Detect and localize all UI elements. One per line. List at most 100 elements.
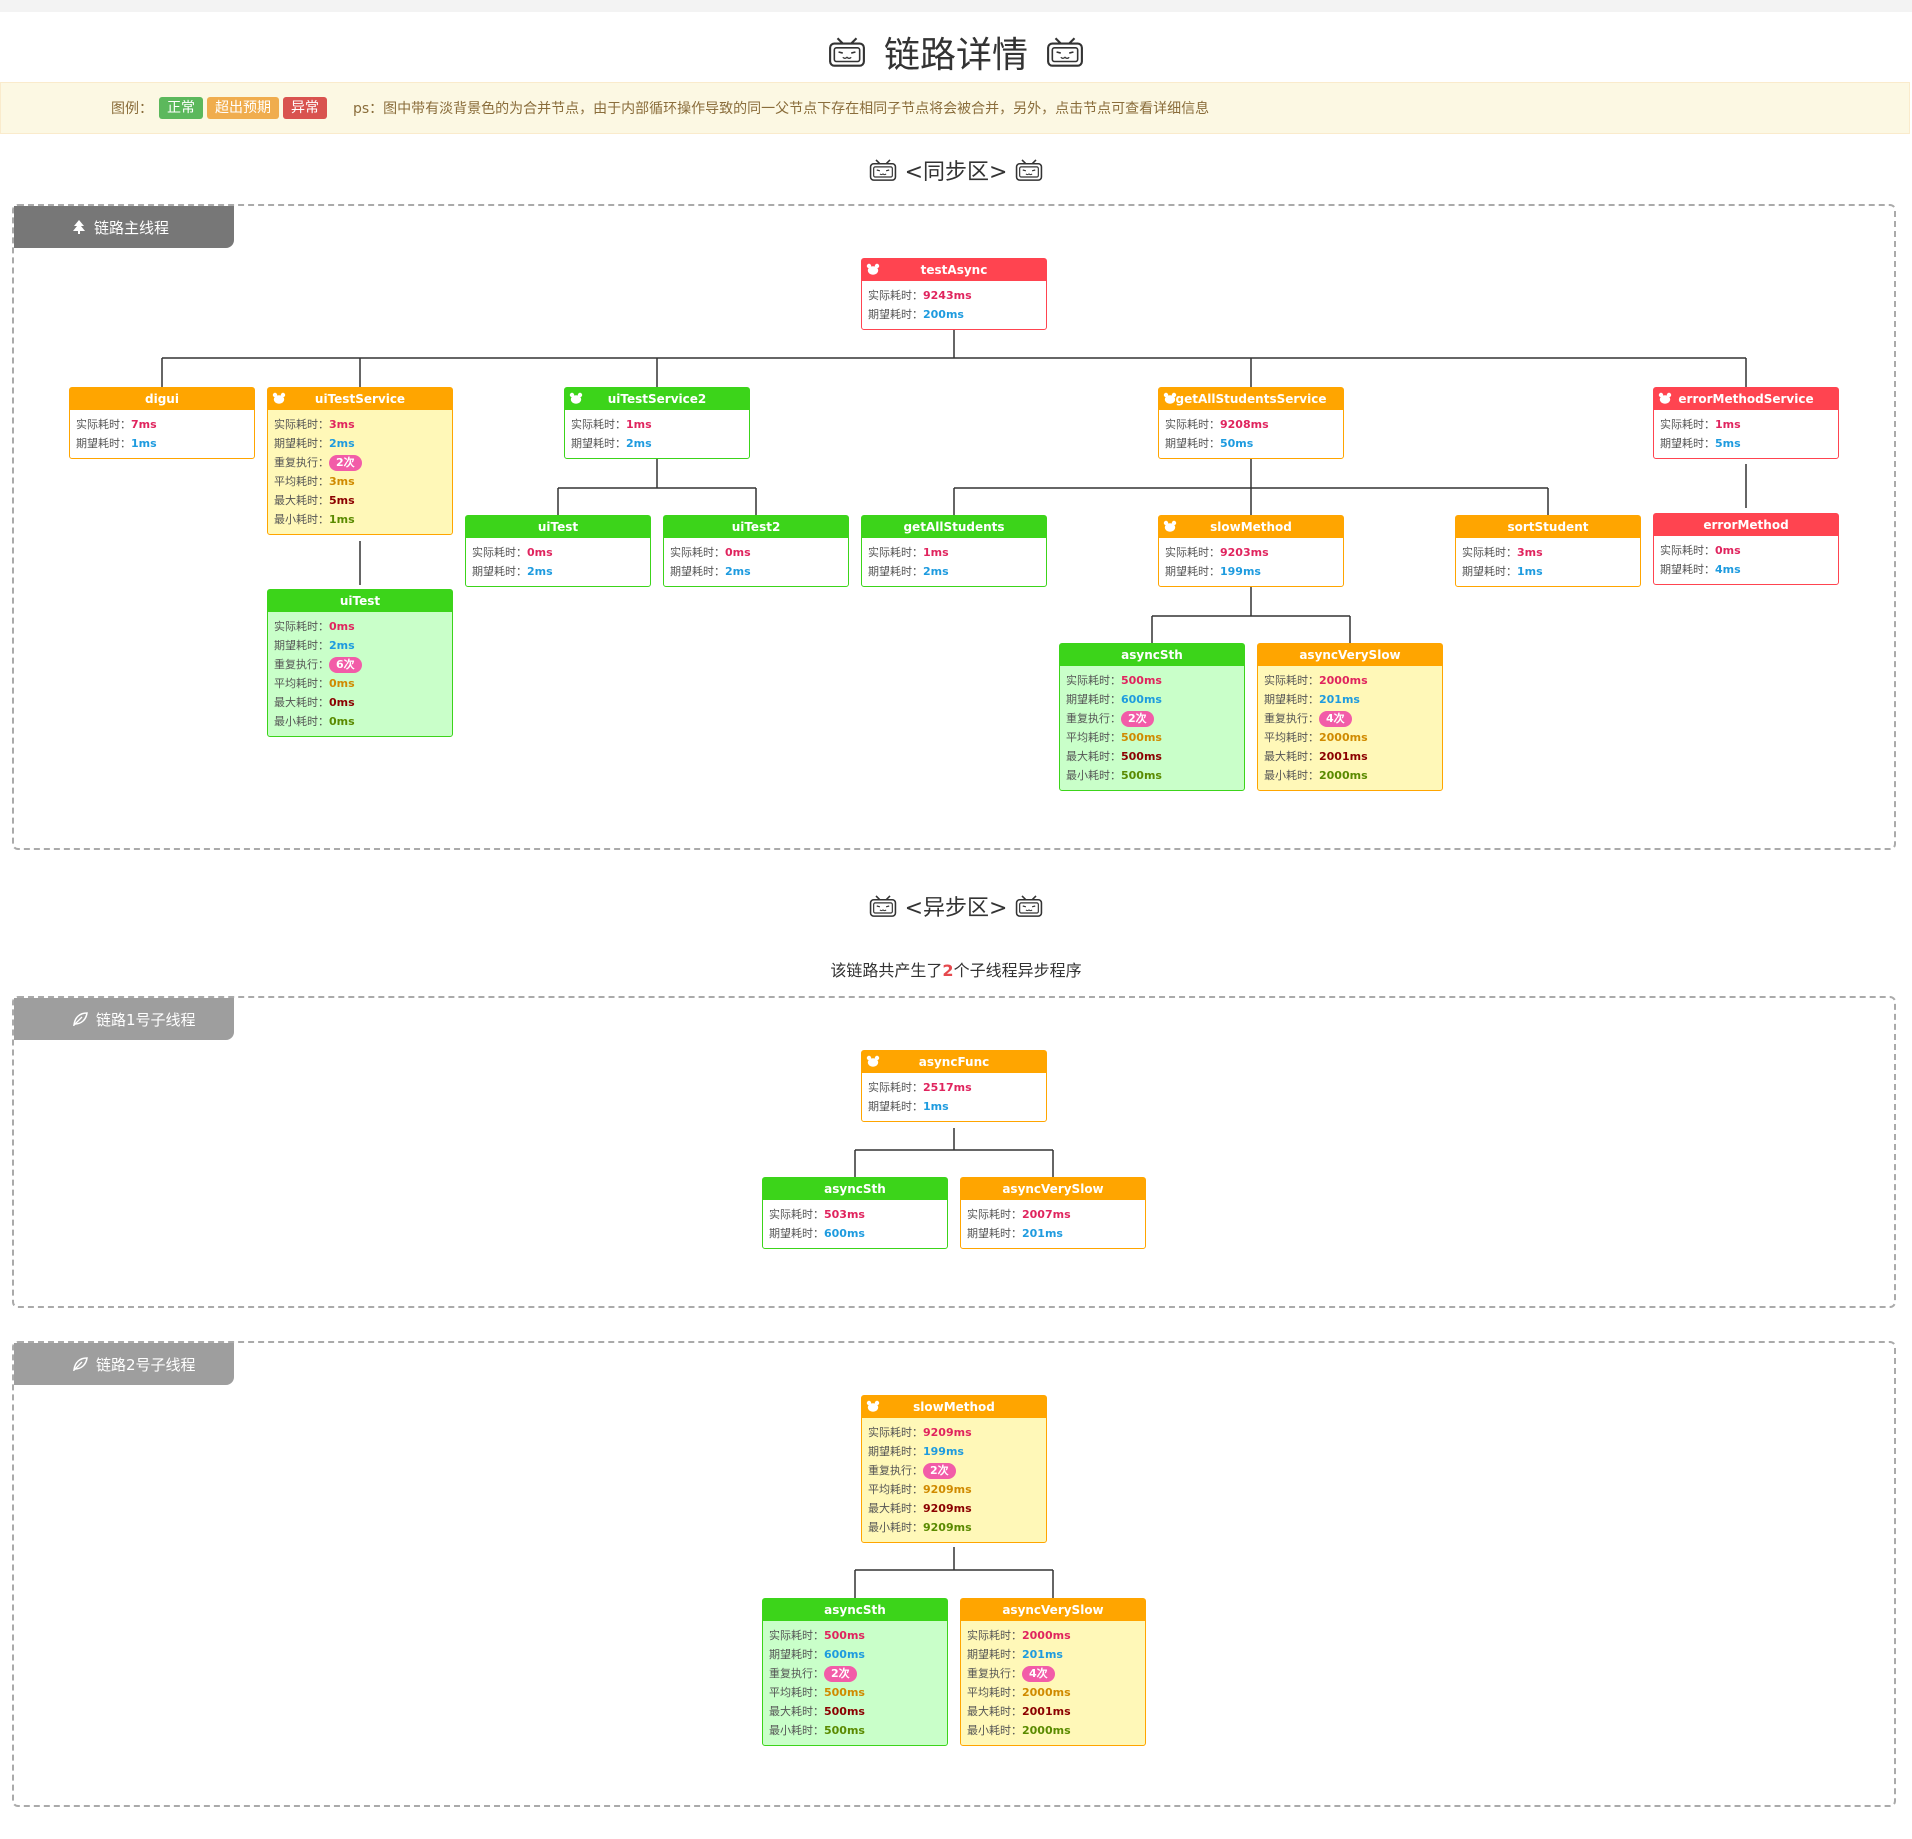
max-label: 最大耗时：	[274, 494, 329, 507]
max-value: 500ms	[1121, 750, 1162, 763]
max-value: 9209ms	[923, 1502, 972, 1515]
expect-label: 期望耗时：	[1066, 693, 1121, 706]
bear-icon	[1163, 392, 1177, 404]
avg-value: 2000ms	[1319, 731, 1368, 744]
actual-label: 实际耗时：	[670, 546, 725, 559]
node-asyncVerySlow-merged[interactable]: asyncVerySlow 实际耗时：2000ms 期望耗时：201ms 重复执…	[1257, 643, 1443, 791]
node-getAllStudentsService[interactable]: getAllStudentsService 实际耗时：9208ms 期望耗时：5…	[1158, 387, 1344, 459]
actual-label: 实际耗时：	[472, 546, 527, 559]
avg-value: 9209ms	[923, 1483, 972, 1496]
avg-label: 平均耗时：	[967, 1686, 1022, 1699]
node-asyncSth-merged[interactable]: asyncSth 实际耗时：500ms 期望耗时：600ms 重复执行： 2次 平…	[1059, 643, 1245, 791]
node-name: asyncVerySlow	[1002, 1603, 1104, 1617]
node-uiTestService2[interactable]: uiTestService2 实际耗时：1ms 期望耗时：2ms	[564, 387, 750, 459]
actual-value: 2000ms	[1319, 674, 1368, 687]
expect-value: 600ms	[1121, 693, 1162, 706]
node-t1-asyncFunc[interactable]: asyncFunc 实际耗时：2517ms 期望耗时：1ms	[861, 1050, 1047, 1122]
node-uiTestService[interactable]: uiTestService 实际耗时：3ms 期望耗时：2ms 重复执行： 2次 …	[267, 387, 453, 535]
bear-icon	[272, 392, 286, 404]
expect-label: 期望耗时：	[1264, 693, 1319, 706]
expect-label: 期望耗时：	[868, 308, 923, 321]
expect-label: 期望耗时：	[76, 437, 131, 450]
max-label: 最大耗时：	[274, 696, 329, 709]
actual-value: 0ms	[725, 546, 751, 559]
avg-label: 平均耗时：	[274, 677, 329, 690]
min-value: 500ms	[824, 1724, 865, 1737]
actual-label: 实际耗时：	[1264, 674, 1319, 687]
repeat-label: 重复执行：	[967, 1667, 1022, 1680]
avg-label: 平均耗时：	[769, 1686, 824, 1699]
actual-value: 503ms	[824, 1208, 865, 1221]
actual-value: 1ms	[1715, 418, 1741, 431]
node-getAllStudents[interactable]: getAllStudents 实际耗时：1ms 期望耗时：2ms	[861, 515, 1047, 587]
expect-value: 2ms	[923, 565, 949, 578]
avg-label: 平均耗时：	[868, 1483, 923, 1496]
node-t1-asyncVerySlow[interactable]: asyncVerySlow 实际耗时：2007ms 期望耗时：201ms	[960, 1177, 1146, 1249]
node-digui[interactable]: digui 实际耗时：7ms 期望耗时：1ms	[69, 387, 255, 459]
expect-label: 期望耗时：	[571, 437, 626, 450]
actual-label: 实际耗时：	[1165, 418, 1220, 431]
actual-label: 实际耗时：	[1165, 546, 1220, 559]
node-testAsync[interactable]: testAsync 实际耗时：9243ms 期望耗时：200ms	[861, 258, 1047, 330]
actual-value: 1ms	[923, 546, 949, 559]
actual-label: 实际耗时：	[868, 1426, 923, 1439]
actual-value: 9203ms	[1220, 546, 1269, 559]
node-t1-asyncSth[interactable]: asyncSth 实际耗时：503ms 期望耗时：600ms	[762, 1177, 948, 1249]
node-slowMethod[interactable]: slowMethod 实际耗时：9203ms 期望耗时：199ms	[1158, 515, 1344, 587]
node-name: uiTest2	[731, 520, 781, 534]
node-errorMethodService[interactable]: errorMethodService 实际耗时：1ms 期望耗时：5ms	[1653, 387, 1839, 459]
max-value: 2001ms	[1319, 750, 1368, 763]
bear-icon	[866, 1400, 880, 1412]
expect-label: 期望耗时：	[274, 639, 329, 652]
node-t2-asyncVerySlow-merged[interactable]: asyncVerySlow 实际耗时：2000ms 期望耗时：201ms 重复执…	[960, 1598, 1146, 1746]
node-uiTest-merged[interactable]: uiTest 实际耗时：0ms 期望耗时：2ms 重复执行： 6次 平均耗时：0m…	[267, 589, 453, 737]
bear-icon	[569, 392, 583, 404]
expect-label: 期望耗时：	[868, 565, 923, 578]
avg-label: 平均耗时：	[1066, 731, 1121, 744]
repeat-count-badge: 6次	[329, 657, 362, 673]
max-label: 最大耗时：	[967, 1705, 1022, 1718]
actual-label: 实际耗时：	[1462, 546, 1517, 559]
node-name: uiTest	[339, 594, 381, 608]
node-name: sortStudent	[1507, 520, 1589, 534]
actual-value: 1ms	[626, 418, 652, 431]
actual-value: 3ms	[1517, 546, 1543, 559]
actual-value: 500ms	[824, 1629, 865, 1642]
expect-value: 1ms	[1517, 565, 1543, 578]
expect-label: 期望耗时：	[1165, 437, 1220, 450]
min-label: 最小耗时：	[769, 1724, 824, 1737]
max-label: 最大耗时：	[1264, 750, 1319, 763]
actual-label: 实际耗时：	[1660, 418, 1715, 431]
expect-value: 199ms	[1220, 565, 1261, 578]
bear-icon	[1163, 520, 1177, 532]
max-label: 最大耗时：	[1066, 750, 1121, 763]
actual-value: 0ms	[329, 620, 355, 633]
node-name: uiTestService	[314, 392, 406, 406]
repeat-count-badge: 2次	[1121, 711, 1154, 727]
repeat-count-badge: 2次	[923, 1463, 956, 1479]
expect-value: 2ms	[626, 437, 652, 450]
actual-label: 实际耗时：	[967, 1208, 1022, 1221]
repeat-count-badge: 4次	[1319, 711, 1352, 727]
node-uiTest[interactable]: uiTest 实际耗时：0ms 期望耗时：2ms	[465, 515, 651, 587]
expect-label: 期望耗时：	[274, 437, 329, 450]
expect-value: 2ms	[329, 437, 355, 450]
node-sortStudent[interactable]: sortStudent 实际耗时：3ms 期望耗时：1ms	[1455, 515, 1641, 587]
actual-label: 实际耗时：	[868, 1081, 923, 1094]
min-label: 最小耗时：	[274, 513, 329, 526]
node-t2-slowMethod[interactable]: slowMethod 实际耗时：9209ms 期望耗时：199ms 重复执行： 2…	[861, 1395, 1047, 1543]
actual-value: 2517ms	[923, 1081, 972, 1094]
node-uiTest2[interactable]: uiTest2 实际耗时：0ms 期望耗时：2ms	[663, 515, 849, 587]
node-errorMethod[interactable]: errorMethod 实际耗时：0ms 期望耗时：4ms	[1653, 513, 1839, 585]
expect-value: 2ms	[725, 565, 751, 578]
node-name: digui	[145, 392, 179, 406]
node-t2-asyncSth-merged[interactable]: asyncSth 实际耗时：500ms 期望耗时：600ms 重复执行： 2次 平…	[762, 1598, 948, 1746]
expect-value: 1ms	[131, 437, 157, 450]
actual-value: 7ms	[131, 418, 157, 431]
repeat-count-badge: 4次	[1022, 1666, 1055, 1682]
expect-value: 2ms	[527, 565, 553, 578]
min-label: 最小耗时：	[274, 715, 329, 728]
expect-label: 期望耗时：	[967, 1648, 1022, 1661]
avg-value: 500ms	[1121, 731, 1162, 744]
max-value: 0ms	[329, 696, 355, 709]
